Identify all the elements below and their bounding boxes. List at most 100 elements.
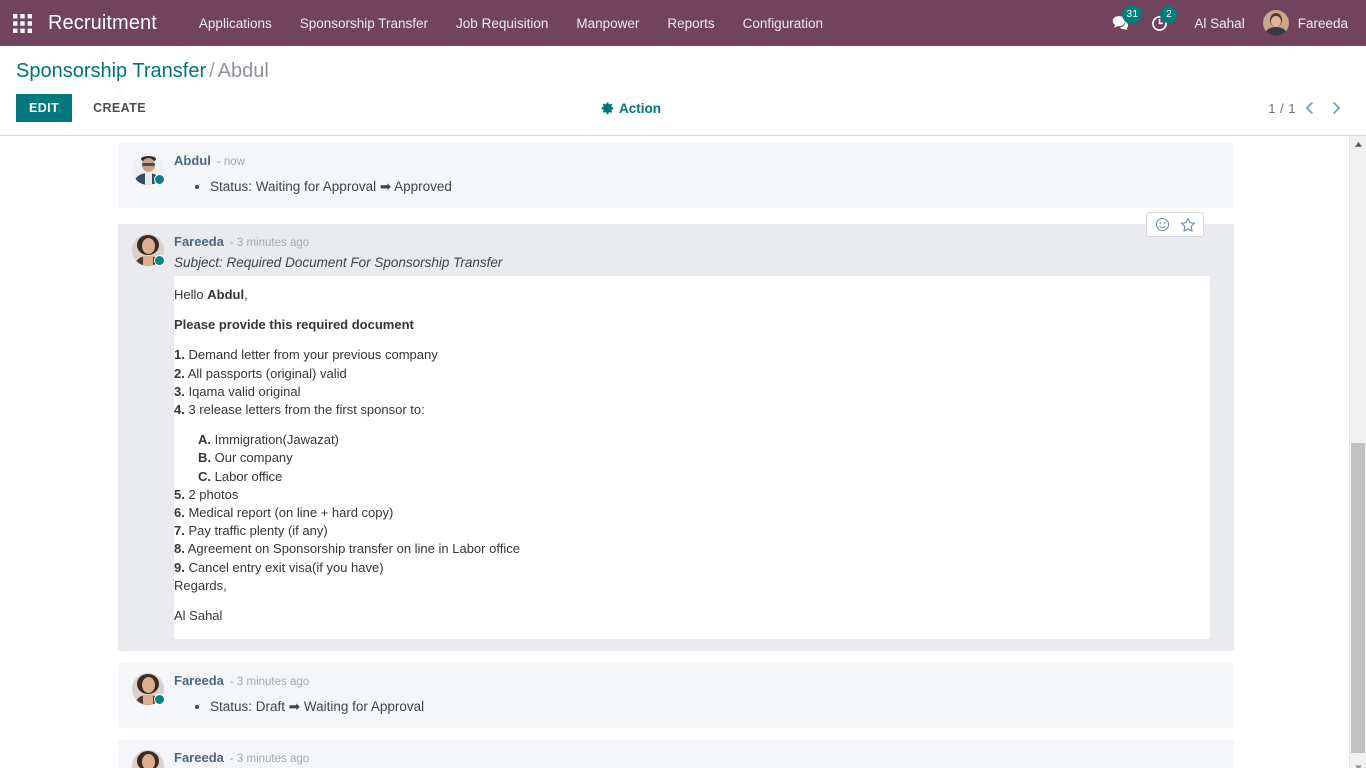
control-panel: Sponsorship Transfer / Abdul EDIT CREATE A…	[0, 46, 1366, 136]
main-menu: Applications Sponsorship Transfer Job Re…	[185, 2, 837, 45]
control-panel-buttons-row: EDIT CREATE Action 1 / 1	[16, 84, 1350, 135]
star-icon[interactable]	[1175, 213, 1201, 236]
message-author[interactable]: Fareeda	[174, 234, 224, 250]
breadcrumb-root-link[interactable]: Sponsorship Transfer	[16, 60, 206, 82]
mail-list-text: All passports (original) valid	[187, 365, 347, 381]
mail-list-item: 4. 3 release letters from the first spon…	[174, 401, 1198, 419]
menu-item-reports[interactable]: Reports	[653, 2, 728, 45]
mail-sublist-text: Our company	[214, 450, 293, 466]
breadcrumb-separator: /	[209, 60, 215, 82]
mail-sublist-item: A. Immigration(Jawazat)	[198, 431, 1198, 449]
menu-item-configuration[interactable]: Configuration	[729, 2, 837, 45]
message-timestamp: - 3 minutes ago	[229, 676, 310, 689]
mail-list-number: 3.	[174, 383, 185, 399]
message-content: Fareeda - 3 minutes ago Status: Draft ➡ …	[174, 673, 1234, 716]
mail-list-text: 2 photos	[188, 486, 239, 502]
edit-button[interactable]: EDIT	[16, 94, 73, 122]
message-mail-body: Hello Abdul, Please provide this require…	[174, 276, 1210, 640]
scrollbar-thumb[interactable]	[1351, 443, 1365, 753]
message-author[interactable]: Fareeda	[174, 673, 224, 689]
online-status-dot	[154, 174, 165, 185]
action-menu-label: Action	[619, 100, 661, 116]
mail-list-item: 6. Medical report (on line + hard copy)	[174, 504, 1198, 522]
mail-sublist-text: Immigration(Jawazat)	[214, 432, 339, 448]
message-author[interactable]: Fareeda	[174, 750, 224, 766]
mail-heading: Please provide this required document	[174, 317, 414, 333]
pager-next-button[interactable]	[1323, 96, 1350, 120]
mail-list-number: 1.	[174, 347, 185, 363]
app-brand-title[interactable]: Recruitment	[44, 12, 163, 35]
chevron-left-icon	[1305, 102, 1313, 114]
breadcrumb-current-record: Abdul	[217, 60, 269, 82]
navbar-right-section: 31 2 Al Sahal Fareeda	[1102, 0, 1366, 46]
tracking-value-item: Status: Draft ➡ Waiting for Approval	[210, 698, 1226, 716]
mail-list-text: 3 release letters from the first sponsor…	[188, 402, 425, 418]
mail-list-number: 8.	[174, 541, 185, 557]
user-name-label: Fareeda	[1297, 15, 1348, 31]
mail-list-text: Pay traffic plenty (if any)	[188, 523, 328, 539]
pager-previous-button[interactable]	[1296, 96, 1323, 120]
mail-greeting-prefix: Hello	[174, 287, 208, 302]
mail-list-number: 7.	[174, 523, 185, 539]
company-switcher[interactable]: Al Sahal	[1178, 16, 1258, 31]
message-header: Fareeda - 3 minutes ago	[174, 673, 1226, 690]
mail-list-text: Demand letter from your previous company	[188, 347, 438, 363]
action-menu-button[interactable]: Action	[601, 101, 661, 116]
apps-grid-icon[interactable]	[0, 0, 44, 46]
activities-button[interactable]: 2	[1140, 0, 1178, 46]
tracking-value-list: Status: Draft ➡ Waiting for Approval	[210, 698, 1226, 716]
mail-list-number: 4.	[174, 402, 185, 418]
messages-count-badge: 31	[1122, 6, 1143, 23]
mail-list-item: 8. Agreement on Sponsorship transfer on …	[174, 540, 1198, 558]
tracking-value-item: Status: Waiting for Approval ➡ Approved	[210, 178, 1226, 196]
message-header: Abdul - now	[174, 153, 1226, 170]
mail-list-text: Agreement on Sponsorship transfer on lin…	[187, 541, 520, 557]
chatter-area: Abdul - now Status: Waiting for Approval…	[0, 136, 1366, 768]
message-avatar-column	[118, 153, 174, 196]
scroll-down-arrow-icon[interactable]	[1350, 759, 1366, 768]
top-navbar: Recruitment Applications Sponsorship Tra…	[0, 0, 1366, 46]
create-button[interactable]: CREATE	[80, 94, 159, 122]
mail-list-item: 2. All passports (original) valid	[174, 365, 1198, 383]
menu-item-applications[interactable]: Applications	[185, 2, 286, 45]
menu-item-job-requisition[interactable]: Job Requisition	[442, 2, 562, 45]
message-header: Fareeda - 3 minutes ago	[174, 234, 1226, 251]
chatter-message: Fareeda - 3 minutes ago Status: Draft ➡ …	[118, 663, 1234, 729]
mail-list-item: 1. Demand letter from your previous comp…	[174, 346, 1198, 364]
message-author[interactable]: Abdul	[174, 153, 211, 169]
message-avatar-column	[118, 750, 174, 768]
message-avatar-column	[118, 234, 174, 639]
mail-sublist-letter: B.	[198, 450, 211, 466]
mail-list-item: 5. 2 photos	[174, 486, 1198, 504]
tracking-value-list: Status: Waiting for Approval ➡ Approved	[210, 178, 1226, 196]
message-content: Fareeda - 3 minutes ago Employee Sponsor…	[174, 750, 1234, 768]
scroll-up-arrow-icon[interactable]	[1350, 136, 1366, 153]
mail-greeting-suffix: ,	[244, 287, 248, 302]
mail-sublist-letter: C.	[198, 468, 211, 484]
record-pager: 1 / 1	[1268, 96, 1350, 120]
chatter-messages-list: Abdul - now Status: Waiting for Approval…	[0, 136, 1349, 768]
activities-count-badge: 2	[1160, 6, 1178, 23]
message-timestamp: - 3 minutes ago	[229, 753, 310, 766]
mail-list-number: 2.	[174, 365, 185, 381]
message-header: Fareeda - 3 minutes ago	[174, 750, 1226, 767]
mail-sublist-letter: A.	[198, 432, 211, 448]
menu-item-sponsorship-transfer[interactable]: Sponsorship Transfer	[286, 2, 442, 45]
online-status-dot	[154, 694, 165, 706]
chatter-message: Fareeda - 3 minutes ago Employee Sponsor…	[118, 740, 1234, 768]
mail-sublist-item: B. Our company	[198, 449, 1198, 467]
menu-item-manpower[interactable]: Manpower	[562, 2, 653, 45]
online-status-dot	[154, 255, 165, 266]
mail-greeting: Hello Abdul,	[174, 286, 1198, 304]
mail-list-number: 9.	[174, 559, 185, 575]
mail-list-number: 6.	[174, 505, 185, 521]
chatter-message: Abdul - now Status: Waiting for Approval…	[118, 143, 1234, 208]
message-content: Abdul - now Status: Waiting for Approval…	[174, 153, 1234, 196]
pager-count-label: 1 / 1	[1268, 100, 1296, 116]
smiley-icon[interactable]	[1149, 213, 1175, 236]
mail-sublist-text: Labor office	[214, 468, 283, 484]
message-timestamp: - now	[216, 156, 245, 168]
user-menu[interactable]: Fareeda	[1259, 10, 1356, 36]
vertical-scrollbar[interactable]	[1349, 136, 1366, 768]
messages-button[interactable]: 31	[1102, 0, 1143, 46]
